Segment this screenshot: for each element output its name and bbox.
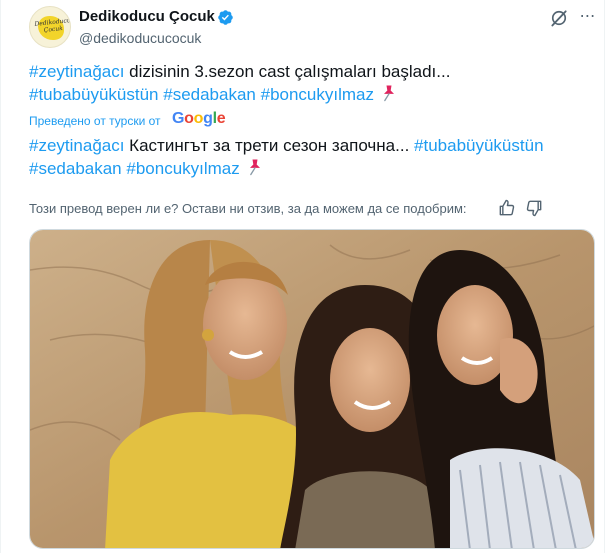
google-logo: Google — [172, 110, 226, 127]
hashtag-link[interactable]: #tubabüyüküstün — [414, 136, 544, 155]
tweet-card: Dedikoducu Çocuk Dedikoducu Çocuk @dediko… — [0, 0, 605, 553]
thumbs-down-icon[interactable] — [524, 198, 544, 218]
avatar-logo-text: Dedikoducu Çocuk — [34, 17, 71, 34]
translation-feedback-prompt: Този превод верен ли е? Остави ни отзив,… — [29, 201, 467, 216]
translation-label[interactable]: Преведено от турски от — [29, 112, 161, 130]
pushpin-icon — [383, 85, 394, 102]
display-name[interactable]: Dedikoducu Çocuk — [79, 8, 215, 25]
hashtag-link[interactable]: #zeytinağacı — [29, 136, 124, 155]
hashtag-link[interactable]: #boncukyılmaz — [126, 159, 239, 178]
photo-three-women — [30, 230, 594, 548]
verified-badge-icon — [218, 10, 233, 25]
hashtag-link[interactable]: #zeytinağacı — [29, 62, 124, 81]
user-handle[interactable]: @dedikoducucocuk — [79, 30, 201, 46]
tweet-body: dizisinin 3.sezon cast çalışmaları başla… — [124, 62, 451, 81]
hashtag-link[interactable]: #tubabüyüküstün — [29, 85, 159, 104]
translated-text: #zeytinağacı Кастингът за трети сезон за… — [29, 134, 599, 180]
hashtag-link[interactable]: #sedabakan — [29, 159, 122, 178]
avatar[interactable]: Dedikoducu Çocuk — [29, 6, 71, 48]
translated-body: Кастингът за трети сезон започна... — [124, 136, 415, 155]
grok-icon[interactable] — [549, 8, 569, 28]
hashtag-link[interactable]: #sedabakan — [163, 85, 256, 104]
tweet-text: #zeytinağacı dizisinin 3.sezon cast çalı… — [29, 60, 599, 106]
pushpin-icon — [249, 159, 260, 176]
thumbs-up-icon[interactable] — [497, 198, 517, 218]
tweet-photo[interactable] — [29, 229, 595, 549]
more-options-icon[interactable]: ⋯ — [577, 7, 599, 29]
hashtag-link[interactable]: #boncukyılmaz — [261, 85, 374, 104]
